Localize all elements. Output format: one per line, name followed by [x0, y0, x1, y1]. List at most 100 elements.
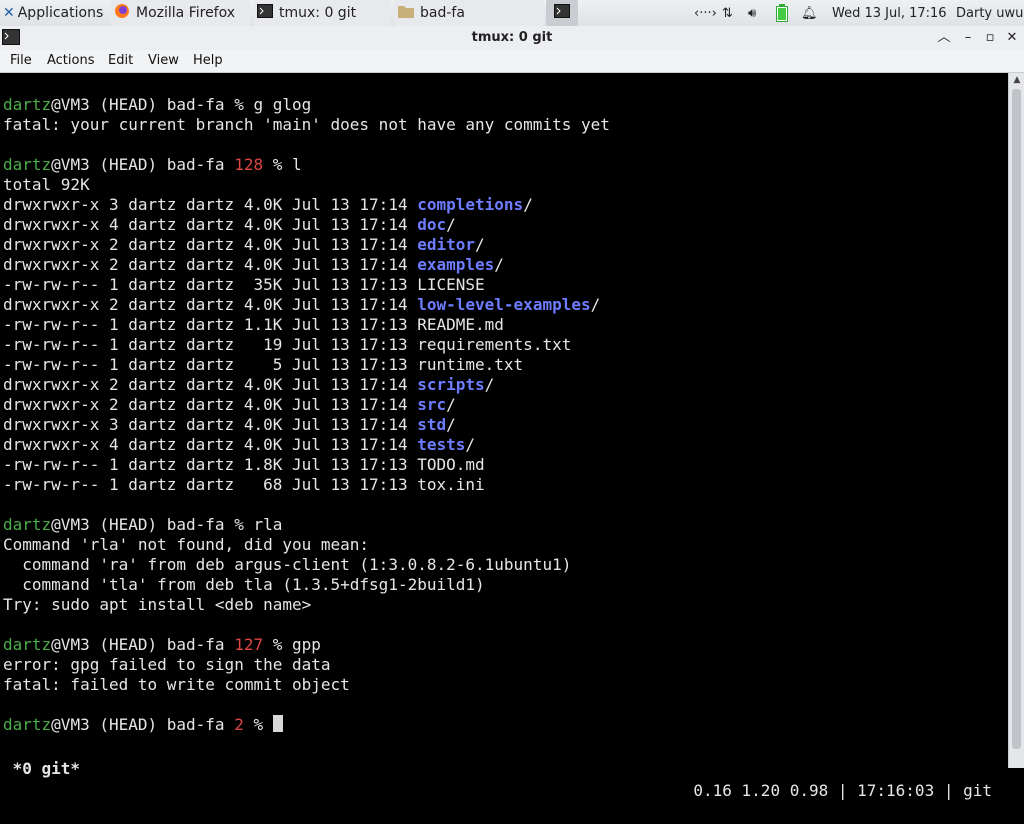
output-line: Command 'rla' not found, did you mean: [3, 535, 370, 554]
file-name: requirements.txt [417, 335, 572, 354]
tmux-window-list[interactable]: *0 git* [3, 758, 80, 780]
listing-row: -rw-rw-r-- 1 dartz dartz 35K Jul 13 17:1… [3, 275, 485, 295]
listing-meta: drwxrwxr-x 2 dartz dartz 4.0K Jul 13 17:… [3, 395, 418, 414]
task-label: Mozilla Firefox [136, 5, 236, 21]
applications-label: Applications [17, 5, 104, 21]
network-icon[interactable]: ‹···› [694, 0, 717, 26]
task-terminal[interactable]: tmux: 0 git [253, 0, 391, 26]
command-text: gpp [292, 635, 321, 654]
prompt-line: dartz@VM3 (HEAD) bad-fa 128 % l [3, 155, 302, 175]
listing-row: -rw-rw-r-- 1 dartz dartz 5 Jul 13 17:13 … [3, 355, 523, 375]
listing-meta: -rw-rw-r-- 1 dartz dartz 19 Jul 13 17:13 [3, 335, 418, 354]
task-label: bad-fa [420, 5, 465, 21]
window-titlebar[interactable]: tmux: 0 git ︿ – ▫ ✕ [0, 26, 1024, 51]
top-panel: ✕ Applications Mozilla Firefox tmux: 0 g… [0, 0, 1024, 27]
prompt-line: dartz@VM3 (HEAD) bad-fa % g glog [3, 95, 311, 115]
maximize-button[interactable]: ▫ [980, 28, 1000, 48]
task-label: tmux: 0 git [279, 5, 357, 21]
battery-icon[interactable] [776, 0, 788, 26]
menu-actions[interactable]: Actions [47, 50, 95, 72]
directory-name: scripts [417, 375, 485, 394]
listing-meta: drwxrwxr-x 4 dartz dartz 4.0K Jul 13 17:… [3, 435, 418, 454]
notification-bell-icon[interactable]: 🔔︎ [801, 0, 818, 26]
output-line: fatal: failed to write commit object [3, 675, 350, 694]
folder-icon [398, 4, 414, 22]
scroll-up-icon[interactable]: ▲ [1011, 73, 1023, 87]
listing-row: drwxrwxr-x 2 dartz dartz 4.0K Jul 13 17:… [3, 375, 494, 395]
directory-slash: / [465, 435, 476, 454]
prompt-host: @VM3 (HEAD) bad-fa [51, 515, 235, 534]
directory-slash: / [446, 415, 456, 434]
file-name: tox.ini [417, 475, 485, 494]
firefox-icon [114, 3, 130, 23]
directory-slash: / [494, 255, 504, 274]
output-line: command 'ra' from deb argus-client (1:3.… [3, 555, 572, 574]
exit-status: 2 [234, 715, 254, 734]
exit-status: 127 [234, 635, 273, 654]
close-button[interactable]: ✕ [1002, 28, 1022, 48]
volume-icon[interactable]: 🔊︎ [748, 0, 756, 26]
listing-row: drwxrwxr-x 4 dartz dartz 4.0K Jul 13 17:… [3, 215, 456, 235]
task-file-manager[interactable]: bad-fa [394, 0, 544, 26]
menu-help[interactable]: Help [193, 50, 223, 72]
listing-meta: -rw-rw-r-- 1 dartz dartz 68 Jul 13 17:13 [3, 475, 418, 494]
directory-name: completions [417, 195, 524, 214]
prompt-host: @VM3 (HEAD) bad-fa [51, 95, 235, 114]
window-title: tmux: 0 git [471, 30, 553, 45]
prompt-symbol: % [234, 515, 254, 534]
terminal-icon [554, 4, 570, 22]
task-firefox[interactable]: Mozilla Firefox [110, 0, 250, 26]
command-text: g glog [253, 95, 312, 114]
task-terminal-active[interactable] [546, 0, 578, 26]
clock[interactable]: Wed 13 Jul, 17:16 [832, 0, 947, 26]
prompt-user: dartz [3, 155, 52, 174]
directory-name: src [417, 395, 447, 414]
transfer-arrows-icon[interactable]: ⇅ [722, 0, 733, 26]
menu-edit[interactable]: Edit [108, 50, 133, 72]
directory-slash: / [484, 375, 495, 394]
prompt-symbol: % [272, 635, 292, 654]
directory-name: examples [417, 255, 495, 274]
menu-file[interactable]: File [10, 50, 32, 72]
output-line: command 'tla' from deb tla (1.3.5+dfsg1-… [3, 575, 485, 594]
listing-meta: -rw-rw-r-- 1 dartz dartz 1.8K Jul 13 17:… [3, 455, 418, 474]
listing-row: drwxrwxr-x 2 dartz dartz 4.0K Jul 13 17:… [3, 295, 600, 315]
listing-meta: drwxrwxr-x 2 dartz dartz 4.0K Jul 13 17:… [3, 235, 418, 254]
directory-slash: / [590, 295, 601, 314]
file-name: runtime.txt [417, 355, 524, 374]
listing-row: -rw-rw-r-- 1 dartz dartz 1.1K Jul 13 17:… [3, 315, 504, 335]
directory-name: doc [417, 215, 447, 234]
prompt-line: dartz@VM3 (HEAD) bad-fa % rla [3, 515, 282, 535]
directory-name: std [417, 415, 447, 434]
file-name: README.md [417, 315, 504, 334]
directory-name: editor [417, 235, 476, 254]
listing-meta: -rw-rw-r-- 1 dartz dartz 1.1K Jul 13 17:… [3, 315, 418, 334]
menubar: File Actions Edit View Help [0, 50, 1024, 73]
directory-slash: / [446, 215, 456, 234]
directory-slash: / [446, 395, 456, 414]
tmux-status-bar: *0 git* 0.16 1.20 0.98 | 17:16:03 | git [0, 736, 1008, 800]
user-menu[interactable]: Darty uwu [956, 0, 1023, 26]
scrollbar-thumb[interactable] [1012, 89, 1021, 749]
listing-meta: -rw-rw-r-- 1 dartz dartz 5 Jul 13 17:13 [3, 355, 418, 374]
current-prompt-line[interactable]: dartz@VM3 (HEAD) bad-fa 2 % [3, 715, 283, 735]
minimize-button[interactable]: – [958, 28, 978, 48]
output-line: fatal: your current branch 'main' does n… [3, 115, 610, 134]
shade-button[interactable]: ︿ [934, 28, 954, 48]
terminal-area[interactable]: dartz@VM3 (HEAD) bad-fa % g glog fatal: … [0, 73, 1008, 800]
text-cursor [272, 715, 283, 732]
terminal-scrollbar[interactable]: ▲ [1008, 73, 1024, 768]
prompt-user: dartz [3, 95, 52, 114]
prompt-symbol: % [253, 715, 273, 734]
command-text: l [292, 155, 302, 174]
terminal-icon [257, 4, 273, 22]
listing-meta: drwxrwxr-x 3 dartz dartz 4.0K Jul 13 17:… [3, 195, 418, 214]
output-line: total 92K [3, 175, 90, 194]
directory-name: low-level-examples [417, 295, 591, 314]
listing-meta: -rw-rw-r-- 1 dartz dartz 35K Jul 13 17:1… [3, 275, 418, 294]
listing-row: drwxrwxr-x 2 dartz dartz 4.0K Jul 13 17:… [3, 235, 485, 255]
applications-menu-button[interactable]: ✕ Applications [3, 0, 107, 26]
listing-row: drwxrwxr-x 2 dartz dartz 4.0K Jul 13 17:… [3, 255, 504, 275]
listing-row: -rw-rw-r-- 1 dartz dartz 68 Jul 13 17:13… [3, 475, 485, 495]
menu-view[interactable]: View [148, 50, 179, 72]
